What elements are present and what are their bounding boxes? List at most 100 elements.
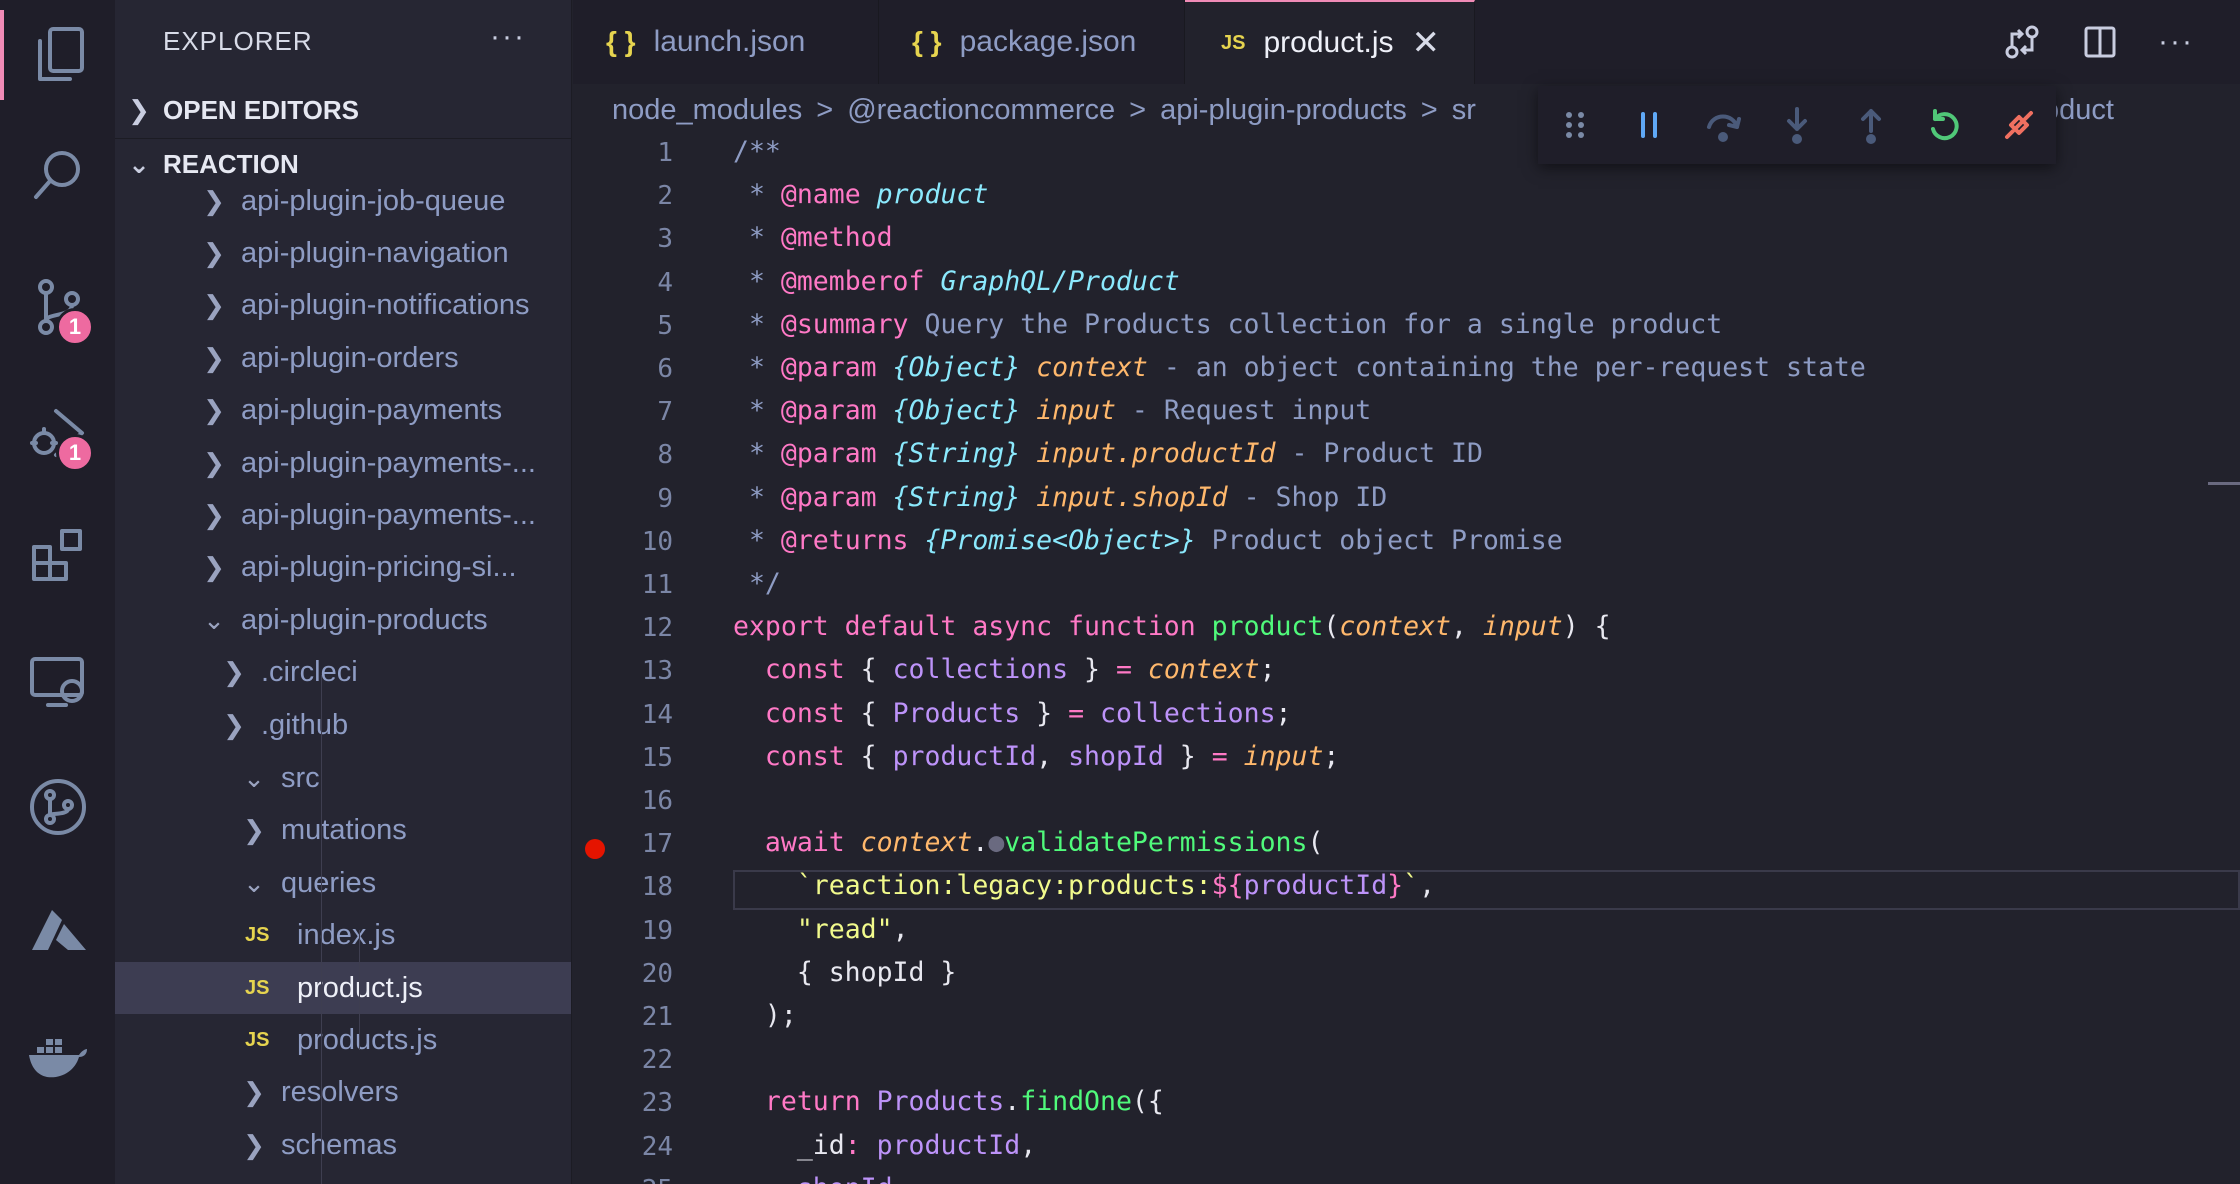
breadcrumb-item[interactable]: sr	[1452, 94, 1476, 127]
split-editor-icon[interactable]	[2065, 0, 2135, 84]
code-line[interactable]: const { productId, shopId } = input;	[733, 741, 1339, 772]
breadcrumb-item[interactable]: api-plugin-products	[1160, 94, 1407, 127]
extensions-icon[interactable]	[0, 510, 115, 600]
chevron-right-icon: ❯	[203, 237, 225, 268]
tree-folder[interactable]: ❯ api-plugin-payments-...	[115, 489, 571, 541]
tree-folder[interactable]: ❯ api-plugin-navigation	[115, 227, 571, 279]
tree-folder[interactable]: ❯ api-plugin-orders	[115, 332, 571, 384]
chevron-right-icon: ❯	[128, 94, 150, 125]
line-number: 22	[641, 1045, 673, 1076]
tree-item-label: resolvers	[281, 1075, 399, 1108]
tree-file[interactable]: JS products.js	[115, 1014, 571, 1066]
step-into-icon[interactable]	[1760, 86, 1834, 164]
tab-launch-json[interactable]: { } launch.json	[573, 0, 879, 84]
tree-folder[interactable]: ⌄ src	[115, 752, 571, 804]
code-line[interactable]: `reaction:legacy:products:${productId}`,	[733, 870, 1435, 901]
line-number: 10	[641, 526, 673, 557]
tree-folder[interactable]: ❯ api-plugin-pricing-si...	[115, 541, 571, 593]
tree-item-label: api-plugin-payments-...	[241, 446, 536, 479]
restart-icon[interactable]	[1908, 86, 1982, 164]
line-number: 12	[641, 613, 673, 644]
tree-file[interactable]: JS index.js	[115, 909, 571, 961]
chevron-right-icon: ❯	[203, 447, 225, 478]
code-line[interactable]: * @param {String} input.shopId - Shop ID	[733, 482, 1387, 513]
chevron-right-icon: ❯	[243, 1129, 265, 1160]
tree-item-label: api-plugin-job-queue	[241, 184, 506, 217]
code-line[interactable]: * @method	[733, 222, 893, 253]
more-actions-button[interactable]: ···	[490, 20, 526, 54]
source-control-icon[interactable]: 1	[0, 262, 115, 352]
code-line[interactable]: * @name product	[733, 179, 988, 210]
source-control-badge: 1	[56, 308, 94, 346]
tree-item-label: products.js	[297, 1023, 438, 1056]
tab-package-json[interactable]: { } package.json	[879, 0, 1185, 84]
explorer-title: EXPLORER	[163, 26, 313, 56]
code-line[interactable]: * @param {Object} context - an object co…	[733, 352, 1866, 383]
tree-item-label: .circleci	[261, 655, 358, 688]
chevron-right-icon: ❯	[203, 499, 225, 530]
tree-folder[interactable]: ⌄ api-plugin-products	[115, 594, 571, 646]
code-line[interactable]: shopId	[733, 1173, 893, 1184]
tree-folder[interactable]: ❯ api-plugin-payments-...	[115, 437, 571, 489]
tree-folder[interactable]: ❯ mutations	[115, 804, 571, 856]
line-number: 4	[657, 267, 673, 298]
chevron-right-icon: ❯	[243, 1076, 265, 1107]
tree-folder[interactable]: ❯ resolvers	[115, 1066, 571, 1118]
code-line[interactable]: */	[733, 568, 781, 599]
tree-folder[interactable]: ❯ api-plugin-notifications	[115, 279, 571, 331]
tree-item-label: index.js	[297, 918, 396, 951]
code-line[interactable]: * @returns {Promise<Object>} Product obj…	[733, 525, 1563, 556]
code-line[interactable]: _id: productId,	[733, 1130, 1036, 1161]
tree-file[interactable]: JS product.js	[115, 962, 571, 1014]
tree-folder[interactable]: ❯ api-plugin-payments	[115, 384, 571, 436]
code-line[interactable]: const { Products } = collections;	[733, 698, 1292, 729]
tree-folder[interactable]: ❯ api-plugin-job-queue	[115, 175, 571, 227]
step-out-icon[interactable]	[1834, 86, 1908, 164]
json-file-icon: { }	[912, 26, 942, 57]
code-line[interactable]: * @summary Query the Products collection…	[733, 309, 1722, 340]
disconnect-icon[interactable]	[1982, 86, 2056, 164]
tree-folder[interactable]: ❯ .circleci	[115, 646, 571, 698]
close-tab-icon[interactable]: ✕	[1412, 23, 1441, 63]
code-editor[interactable]: 1 /** 2 * @name product 3 * @method 4 * @mem…	[573, 136, 2240, 1184]
code-line[interactable]: return Products.findOne({	[733, 1086, 1164, 1117]
code-line[interactable]: /**	[733, 136, 781, 167]
code-line[interactable]: );	[733, 1000, 797, 1031]
pause-icon[interactable]	[1612, 86, 1686, 164]
explorer-icon[interactable]	[0, 10, 115, 100]
step-over-icon[interactable]	[1686, 86, 1760, 164]
js-file-icon: JS	[245, 923, 270, 946]
azure-icon[interactable]	[0, 886, 115, 976]
drag-handle-icon[interactable]	[1538, 86, 1612, 164]
line-number: 25	[573, 1175, 673, 1184]
code-line[interactable]: * @param {String} input.productId - Prod…	[733, 438, 1483, 469]
chevron-right-icon: ❯	[223, 709, 245, 740]
explorer-sidebar: EXPLORER ··· ❯ OPEN EDITORS ⌄ REACTION ❯…	[115, 0, 572, 1184]
docker-icon[interactable]	[0, 1012, 115, 1102]
compare-changes-icon[interactable]	[1987, 0, 2057, 84]
tree-folder[interactable]: ⌄ queries	[115, 857, 571, 909]
code-line[interactable]: export default async function product(co…	[733, 611, 1611, 642]
remote-explorer-icon[interactable]	[0, 638, 115, 728]
tree-item-label: schemas	[281, 1128, 398, 1161]
code-line[interactable]: * @param {Object} input - Request input	[733, 395, 1371, 426]
open-editors-section[interactable]: ❯ OPEN EDITORS	[115, 84, 571, 136]
code-line[interactable]: "read",	[733, 914, 909, 945]
code-line[interactable]: { shopId }	[733, 957, 957, 988]
tree-folder[interactable]: ❯ .github	[115, 699, 571, 751]
breadcrumb-item[interactable]: @reactioncommerce	[847, 94, 1115, 127]
run-debug-icon[interactable]: 1	[0, 388, 115, 478]
js-file-icon: JS	[1221, 31, 1246, 54]
editor-more-actions-icon[interactable]: ···	[2141, 0, 2211, 84]
tree-item-label: api-plugin-products	[241, 603, 488, 636]
tree-folder[interactable]: ❯ schemas	[115, 1119, 571, 1171]
editor-tabs: { } launch.json { } package.json JS prod…	[573, 0, 2240, 84]
tab-product-js[interactable]: JS product.js ✕	[1185, 0, 1475, 84]
code-line[interactable]: const { collections } = context;	[733, 654, 1276, 685]
code-line[interactable]: * @memberof GraphQL/Product	[733, 266, 1180, 297]
breadcrumb-item[interactable]: node_modules	[612, 94, 802, 127]
line-number: 13	[641, 656, 673, 687]
git-graph-icon[interactable]	[0, 762, 115, 852]
code-line[interactable]: await context.●validatePermissions(	[733, 827, 1323, 858]
search-icon[interactable]	[0, 130, 115, 220]
